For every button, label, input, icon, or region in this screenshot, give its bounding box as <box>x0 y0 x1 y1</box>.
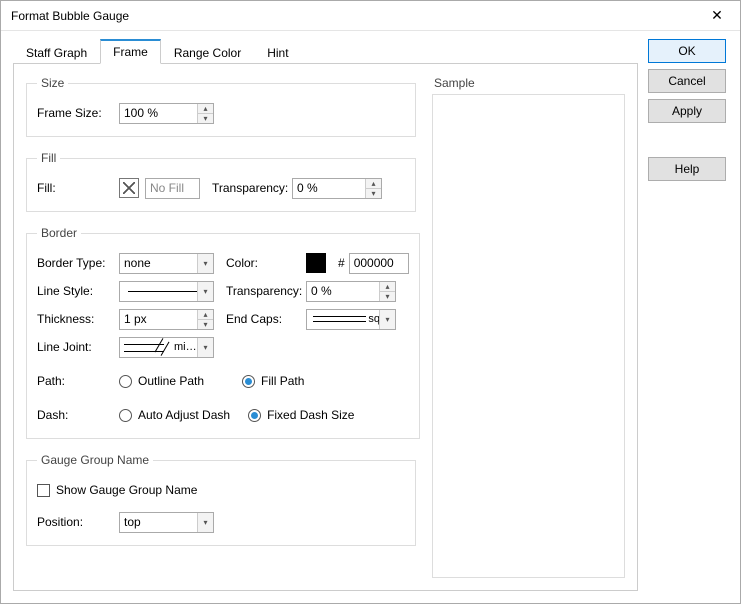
group-border-legend: Border <box>37 226 81 240</box>
group-border: Border Border Type: none ▾ Color: # <box>26 226 420 439</box>
checkbox-show-gauge-name[interactable]: Show Gauge Group Name <box>37 483 197 497</box>
fill-label: Fill: <box>37 181 119 195</box>
thickness-spinner[interactable]: 1 px ▴▾ <box>119 309 214 330</box>
radio-fixed-dash-label: Fixed Dash Size <box>267 408 354 422</box>
radio-auto-dash-label: Auto Adjust Dash <box>138 408 230 422</box>
border-type-label: Border Type: <box>37 256 119 270</box>
dialog-body: Staff Graph Frame Range Color Hint Size … <box>1 31 740 603</box>
radio-icon <box>119 409 132 422</box>
radio-fixed-dash[interactable]: Fixed Dash Size <box>248 408 354 422</box>
position-combo[interactable]: top ▾ <box>119 512 214 533</box>
line-joint-preview-icon <box>124 341 174 353</box>
chevron-down-icon: ▾ <box>197 282 213 301</box>
hash-symbol: # <box>338 256 345 270</box>
fill-value-text: No Fill <box>150 181 184 195</box>
color-hex-field[interactable]: 000000 <box>349 253 409 274</box>
frame-size-value: 100 % <box>124 106 158 120</box>
form-area: Size Frame Size: 100 % ▴▾ Fill <box>26 76 416 578</box>
spinner-arrows-icon[interactable]: ▴▾ <box>197 104 213 123</box>
radio-outline-path-label: Outline Path <box>138 374 204 388</box>
tab-panel-frame: Size Frame Size: 100 % ▴▾ Fill <box>13 63 638 591</box>
ok-button[interactable]: OK <box>648 39 726 63</box>
tab-bar: Staff Graph Frame Range Color Hint <box>13 39 638 63</box>
end-caps-preview-icon <box>313 316 366 322</box>
line-joint-label: Line Joint: <box>37 340 119 354</box>
radio-fill-path-label: Fill Path <box>261 374 304 388</box>
cancel-button[interactable]: Cancel <box>648 69 726 93</box>
checkbox-icon <box>37 484 50 497</box>
help-button[interactable]: Help <box>648 157 726 181</box>
tab-hint[interactable]: Hint <box>254 41 301 64</box>
tab-staff-graph[interactable]: Staff Graph <box>13 41 100 64</box>
fill-transparency-spinner[interactable]: 0 % ▴▾ <box>292 178 382 199</box>
spinner-arrows-icon[interactable]: ▴▾ <box>365 179 381 198</box>
thickness-value: 1 px <box>124 312 147 326</box>
line-style-label: Line Style: <box>37 284 119 298</box>
fill-value-field: No Fill <box>145 178 200 199</box>
fill-transparency-value: 0 % <box>297 181 318 195</box>
sample-label: Sample <box>434 76 625 90</box>
dash-label: Dash: <box>37 408 119 422</box>
group-size-legend: Size <box>37 76 68 90</box>
border-transparency-value: 0 % <box>311 284 332 298</box>
checkbox-show-gauge-name-label: Show Gauge Group Name <box>56 483 197 497</box>
chevron-down-icon: ▾ <box>197 254 213 273</box>
radio-outline-path[interactable]: Outline Path <box>119 374 204 388</box>
chevron-down-icon: ▾ <box>197 338 213 357</box>
close-icon[interactable]: ✕ <box>702 7 732 24</box>
position-value: top <box>124 515 141 529</box>
radio-icon <box>242 375 255 388</box>
titlebar: Format Bubble Gauge ✕ <box>1 1 740 31</box>
path-label: Path: <box>37 374 119 388</box>
radio-icon <box>248 409 261 422</box>
frame-size-spinner[interactable]: 100 % ▴▾ <box>119 103 214 124</box>
border-color-label: Color: <box>226 256 306 270</box>
dialog-window: Format Bubble Gauge ✕ Staff Graph Frame … <box>0 0 741 604</box>
fill-swatch-icon[interactable] <box>119 178 139 198</box>
group-gauge-name-legend: Gauge Group Name <box>37 453 153 467</box>
group-fill: Fill Fill: No Fill Transparency: 0 % ▴▾ <box>26 151 416 212</box>
line-style-combo[interactable]: ▾ <box>119 281 214 302</box>
apply-button[interactable]: Apply <box>648 99 726 123</box>
color-hex-value: 000000 <box>354 256 394 270</box>
border-transparency-label: Transparency: <box>226 284 306 298</box>
group-size: Size Frame Size: 100 % ▴▾ <box>26 76 416 137</box>
window-title: Format Bubble Gauge <box>11 9 129 23</box>
line-joint-value: mi… <box>174 341 197 353</box>
border-transparency-spinner[interactable]: 0 % ▴▾ <box>306 281 396 302</box>
button-column: OK Cancel Apply Help <box>638 39 728 591</box>
radio-auto-dash[interactable]: Auto Adjust Dash <box>119 408 230 422</box>
sample-area: Sample <box>432 76 625 578</box>
tab-frame[interactable]: Frame <box>100 39 161 64</box>
chevron-down-icon: ▾ <box>379 310 395 329</box>
line-style-preview-icon <box>128 291 205 292</box>
thickness-label: Thickness: <box>37 312 119 326</box>
radio-fill-path[interactable]: Fill Path <box>242 374 304 388</box>
fill-transparency-label: Transparency: <box>212 181 292 195</box>
spinner-arrows-icon[interactable]: ▴▾ <box>379 282 395 301</box>
group-fill-legend: Fill <box>37 151 60 165</box>
end-caps-combo[interactable]: sq… ▾ <box>306 309 396 330</box>
color-swatch-icon[interactable] <box>306 253 326 273</box>
spinner-arrows-icon[interactable]: ▴▾ <box>197 310 213 329</box>
border-type-combo[interactable]: none ▾ <box>119 253 214 274</box>
tab-range-color[interactable]: Range Color <box>161 41 254 64</box>
line-joint-combo[interactable]: mi… ▾ <box>119 337 214 358</box>
chevron-down-icon: ▾ <box>197 513 213 532</box>
border-type-value: none <box>124 256 151 270</box>
end-caps-label: End Caps: <box>226 312 306 326</box>
main-column: Staff Graph Frame Range Color Hint Size … <box>13 39 638 591</box>
group-gauge-name: Gauge Group Name Show Gauge Group Name P… <box>26 453 416 546</box>
sample-preview <box>432 94 625 578</box>
radio-icon <box>119 375 132 388</box>
position-label: Position: <box>37 515 119 529</box>
frame-size-label: Frame Size: <box>37 106 119 120</box>
